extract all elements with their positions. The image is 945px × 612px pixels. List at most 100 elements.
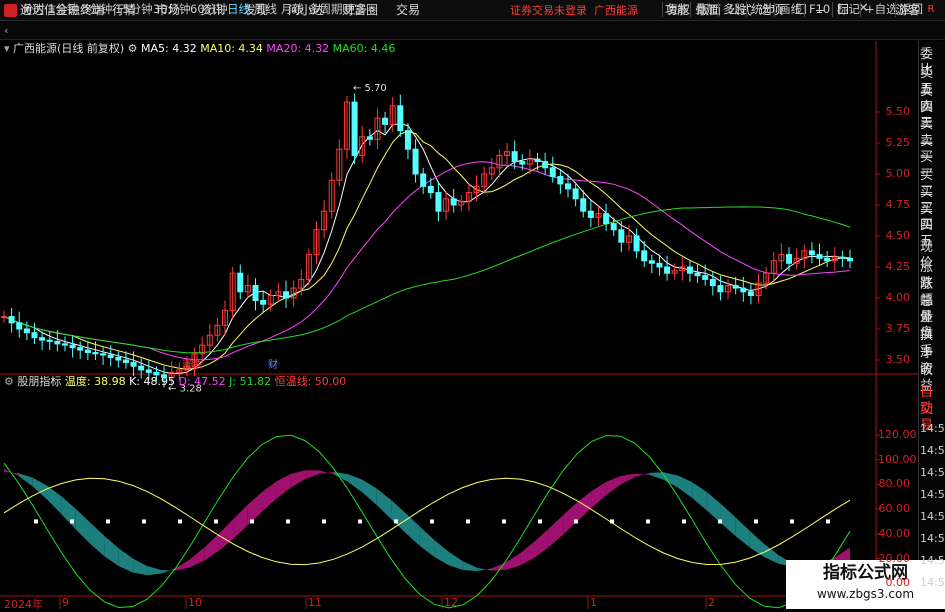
f10-button[interactable]: F10	[804, 2, 830, 17]
mark-button[interactable]: 标记	[832, 2, 860, 17]
constant-50-dot	[358, 519, 362, 524]
toolbar-back-icon[interactable]: ‹	[4, 24, 8, 37]
constant-50-dot	[394, 519, 398, 524]
chart-canvas[interactable]: ← 5.70← 3.28涨跌财	[0, 41, 918, 609]
login-status[interactable]: 证券交易未登录 广西能源	[510, 2, 638, 19]
constant-50-dot	[502, 519, 506, 524]
kd-band-segment	[634, 472, 650, 478]
constant-50-dot	[826, 519, 830, 524]
kd-band-segment	[706, 491, 721, 524]
constant-50-dot	[610, 519, 614, 524]
indicator-axis-tick: 80.00	[878, 477, 911, 491]
kd-band-segment	[649, 472, 664, 480]
candle	[122, 351, 129, 369]
tab-daily[interactable]: 日线	[227, 2, 250, 17]
add-favorite-button[interactable]: +自选	[860, 2, 898, 17]
kd-band-segment	[61, 496, 76, 530]
tab-15min[interactable]: 15分钟	[115, 2, 153, 17]
candle	[816, 243, 823, 266]
candle	[214, 317, 221, 342]
kd-band-segment	[548, 515, 564, 548]
indicator-settings-icon[interactable]: ⚙	[4, 375, 14, 388]
kd-band-segment	[233, 504, 248, 539]
candle	[839, 250, 846, 267]
candle	[808, 242, 815, 264]
indicator-value: J: 51.82	[225, 375, 272, 388]
candle	[549, 156, 556, 183]
tab-monthly[interactable]: 月线	[281, 2, 304, 17]
kd-band-segment	[290, 470, 306, 488]
constant-50-dot	[682, 519, 686, 524]
candle	[8, 307, 15, 333]
candle	[237, 264, 244, 300]
multi-stock-button[interactable]: 多股	[718, 2, 746, 17]
kd-band-segment	[104, 535, 119, 567]
price-axis-tick: 3.75	[885, 322, 911, 335]
candle	[397, 94, 404, 137]
candle	[725, 279, 732, 300]
candle	[84, 341, 91, 360]
candle	[100, 346, 107, 365]
candle	[359, 125, 366, 163]
indicator-value: D: 47.52	[174, 375, 226, 388]
constant-50-dot	[754, 519, 758, 524]
candle	[420, 167, 427, 194]
x-axis-label: 2024年	[4, 598, 43, 611]
candle	[847, 249, 853, 269]
price-axis-tick: 5.00	[885, 167, 911, 180]
kd-band-segment	[434, 539, 449, 566]
candle	[61, 336, 68, 352]
tab-more[interactable]: 更多 ›	[344, 2, 375, 17]
stats-button[interactable]: 统计	[746, 2, 774, 17]
candle	[336, 139, 343, 187]
kd-band-segment	[720, 503, 736, 536]
tab-5min[interactable]: 5分钟	[82, 2, 112, 17]
quote-time: 14:56	[920, 510, 945, 523]
r-badge: R	[927, 4, 935, 15]
tab-60min[interactable]: 60分钟	[190, 2, 228, 17]
kd-band-segment	[133, 558, 148, 576]
kd-band-segment	[591, 481, 607, 508]
x-axis-label: 1	[590, 596, 597, 609]
kd-band-segment	[419, 526, 435, 557]
candle	[633, 228, 640, 259]
constant-50-dot	[430, 519, 434, 524]
kd-band-segment	[262, 481, 277, 512]
kd-band-segment	[505, 553, 521, 570]
candle	[664, 255, 671, 281]
indicator-axis-tick: 120.00	[878, 428, 917, 441]
price-axis-tick: 4.25	[885, 260, 911, 273]
tab-30min[interactable]: 30分钟	[153, 2, 191, 17]
draw-line-button[interactable]: 画线	[774, 2, 802, 17]
indicator-name[interactable]: 股朋指标	[17, 375, 61, 388]
candle	[366, 129, 373, 146]
kd-band-segment	[75, 508, 91, 544]
candle	[534, 152, 541, 171]
menu-jiaoyi[interactable]: 交易	[396, 2, 420, 19]
tab-weekly[interactable]: 周线	[254, 2, 277, 17]
constant-50-dot	[286, 519, 290, 524]
back-button[interactable]: 返回	[895, 2, 923, 17]
quote-time: 14:56	[920, 466, 945, 479]
indicator-axis-tick: 100.00	[878, 452, 917, 466]
chart-collapse-icon[interactable]: ▾	[4, 42, 10, 55]
candle	[542, 152, 549, 176]
kd-band-segment	[462, 561, 478, 572]
kd-band-segment	[677, 475, 693, 499]
tab-1min[interactable]: 1分钟	[48, 2, 78, 17]
candle	[283, 280, 289, 308]
constant-50-dot	[574, 519, 578, 524]
candle	[801, 244, 808, 269]
tab-multi-period[interactable]: 多周期	[308, 2, 343, 17]
kd-band-segment	[219, 518, 234, 551]
tab-fenshi[interactable]: 分时	[22, 2, 45, 17]
price-axis-tick: 4.00	[885, 291, 911, 304]
kd-band-segment	[448, 551, 463, 570]
price-axis-tick: 3.50	[885, 353, 911, 366]
indicator-value: K: 48.95	[125, 375, 175, 388]
candle	[824, 250, 831, 267]
fuquan-button[interactable]: 复权	[662, 2, 690, 17]
settings-icon[interactable]: ⚙	[128, 42, 138, 55]
constant-50-dot	[322, 519, 326, 524]
overlay-button[interactable]: 叠加	[690, 2, 718, 17]
